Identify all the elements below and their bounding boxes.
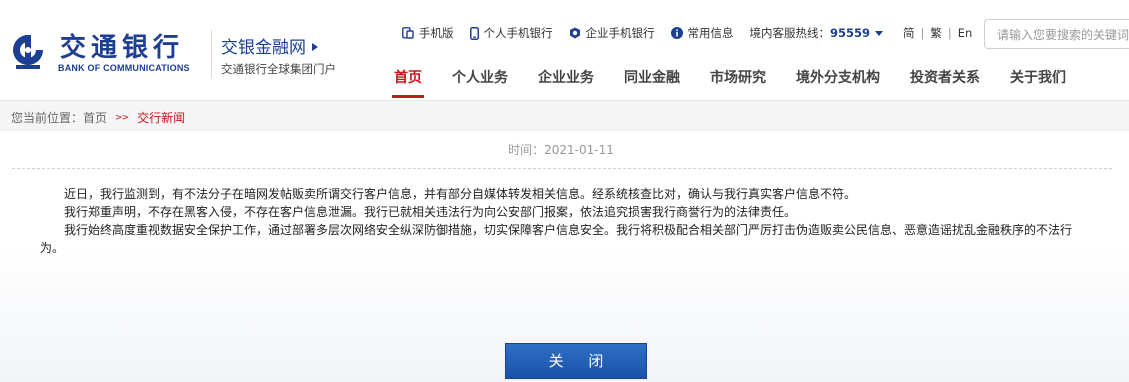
toplink-label: 个人手机银行: [483, 26, 553, 40]
corporate-app-icon: [569, 27, 581, 39]
toplink-corporate-mobile-bank[interactable]: 企业手机银行: [569, 25, 655, 41]
main-nav: 首页 个人业务 企业业务 同业金融 市场研究 境外分支机构 投资者关系 关于我们: [379, 62, 1081, 98]
bank-logo[interactable]: 交通银行 BANK OF COMMUNICATIONS: [10, 32, 210, 76]
nav-personal-business[interactable]: 个人业务: [437, 62, 523, 98]
search-input[interactable]: [995, 21, 1129, 49]
breadcrumb-home-link[interactable]: 首页: [83, 109, 107, 126]
breadcrumb-prefix: 您当前位置：: [11, 111, 84, 125]
nav-home[interactable]: 首页: [379, 62, 437, 98]
mobile-site-icon: [402, 27, 414, 39]
toplink-common-info[interactable]: 常用信息: [670, 25, 734, 41]
bocom-logo-icon: [13, 35, 43, 69]
article-paragraph: 我行郑重声明，不存在黑客入侵，不存在客户信息泄漏。我行已就相关违法行为向公安部门…: [64, 205, 797, 219]
bank-name-cn: 交通银行: [60, 33, 185, 63]
nav-about-us[interactable]: 关于我们: [995, 62, 1081, 98]
nav-investor-relations[interactable]: 投资者关系: [895, 62, 995, 98]
nav-overseas-branches[interactable]: 境外分支机构: [781, 62, 895, 98]
toplink-label: 手机版: [419, 26, 454, 40]
breadcrumb-separator-icon: >>: [115, 112, 129, 123]
portal-title: 交银金融网: [221, 38, 306, 58]
article-body: 近日，我行监测到，有不法分子在暗网发帖贩卖所谓交行客户信息，并有部分自媒体转发相…: [40, 185, 1090, 257]
article-paragraph: 近日，我行监测到，有不法分子在暗网发帖贩卖所谓交行客户信息，并有部分自媒体转发相…: [64, 187, 857, 201]
toplink-label: 常用信息: [687, 26, 734, 40]
dashed-divider: [12, 168, 1112, 169]
article-date: 时间：2021-01-11: [508, 143, 614, 157]
portal-subtitle: 交通银行全球集团门户: [221, 62, 336, 76]
breadcrumb-bar: 您当前位置： 首页 >> 交行新闻: [0, 100, 1129, 131]
lang-simplified[interactable]: 简: [897, 25, 921, 41]
site-header: 交通银行 BANK OF COMMUNICATIONS 交银金融网 交通银行全球…: [0, 0, 1129, 98]
header-divider: [211, 30, 212, 78]
toplink-mobile-site[interactable]: 手机版: [402, 25, 454, 41]
nav-interbank-finance[interactable]: 同业金融: [609, 62, 695, 98]
breadcrumb: 您当前位置： 首页 >> 交行新闻: [11, 109, 185, 126]
info-icon: [670, 27, 683, 39]
search-box: [984, 19, 1129, 49]
toplink-label: 企业手机银行: [585, 26, 655, 40]
portal-title-link[interactable]: 交银金融网: [221, 33, 318, 58]
article-paragraph: 我行始终高度重视数据安全保护工作，通过部署多层次网络安全纵深防御措施，切实保障客…: [40, 223, 1073, 255]
article-panel: 时间：2021-01-11 近日，我行监测到，有不法分子在暗网发帖贩卖所谓交行客…: [0, 131, 1129, 382]
arrow-right-icon: [312, 43, 318, 51]
toplink-personal-mobile-bank[interactable]: 个人手机银行: [469, 25, 553, 41]
phone-icon: [469, 26, 479, 40]
hotline-dropdown[interactable]: 境内客服热线： 95559: [750, 25, 884, 41]
hotline-number: 95559: [830, 26, 871, 40]
lang-traditional[interactable]: 繁: [924, 25, 948, 41]
chevron-down-icon: [875, 30, 884, 36]
nav-corporate-business[interactable]: 企业业务: [523, 62, 609, 98]
bank-name-en: BANK OF COMMUNICATIONS: [58, 63, 190, 73]
nav-market-research[interactable]: 市场研究: [695, 62, 781, 98]
breadcrumb-current: 交行新闻: [137, 111, 186, 125]
close-button[interactable]: 关 闭: [505, 343, 647, 379]
hotline-label: 境内客服热线：: [749, 26, 831, 40]
lang-english[interactable]: En: [952, 26, 979, 40]
top-links: 手机版 个人手机银行 企业手机银行 常用信息 境内客服热线： 95559 简 |: [402, 25, 978, 41]
